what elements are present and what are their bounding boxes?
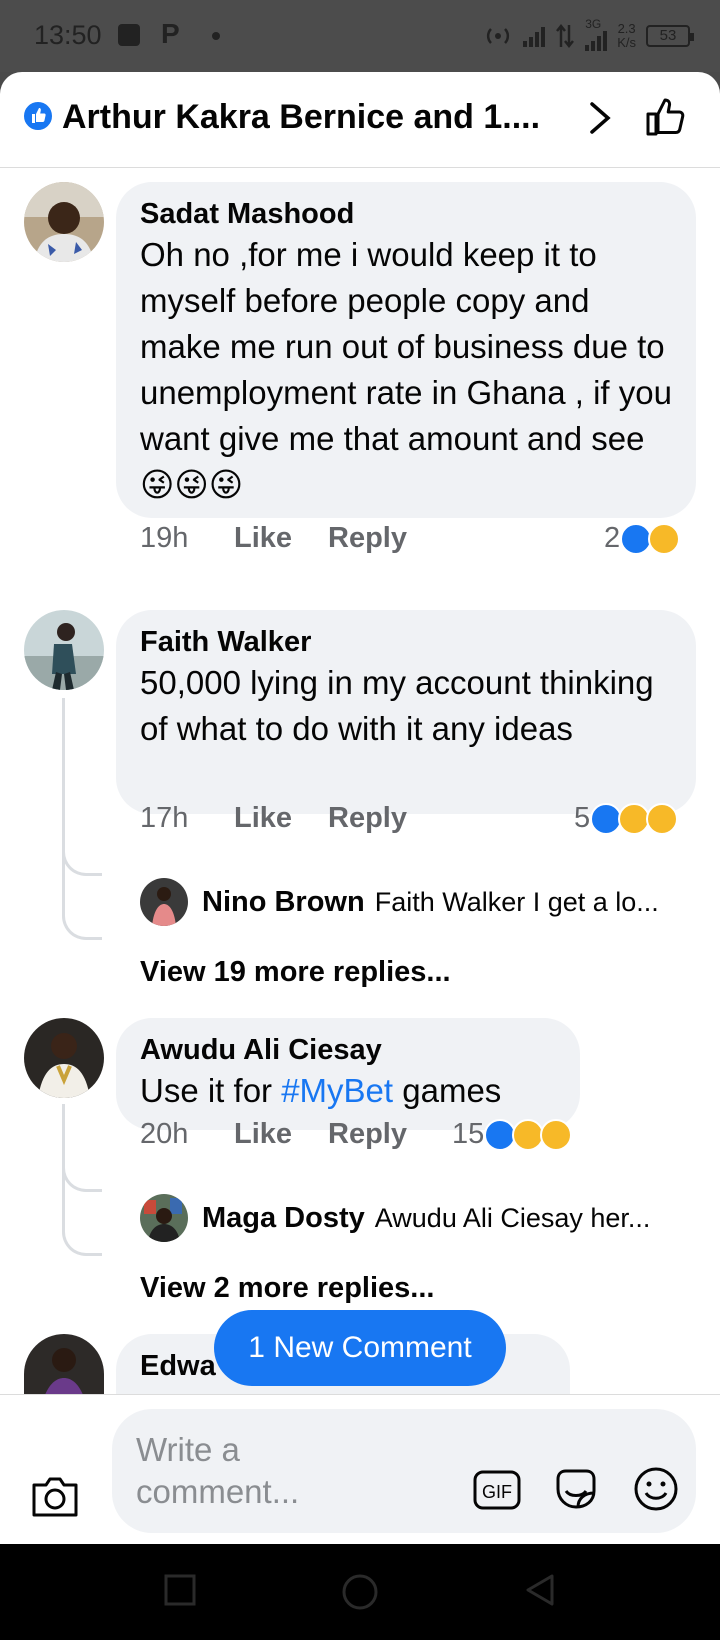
like-button[interactable]: Like bbox=[234, 1118, 328, 1151]
notification-icon bbox=[118, 24, 140, 46]
reaction-summary[interactable]: 2 bbox=[604, 522, 681, 555]
system-nav-bar bbox=[0, 1544, 720, 1640]
reaction-count: 5 bbox=[574, 802, 591, 834]
comments-sheet: Arthur Kakra Bernice and 1.... Sadat Mas… bbox=[0, 72, 720, 1544]
comment-bubble[interactable]: Sadat Mashood Oh no ,for me i would keep… bbox=[116, 182, 696, 518]
comment-actions: 20h Like Reply bbox=[140, 1118, 407, 1151]
reply-author[interactable]: Nino Brown bbox=[202, 886, 365, 919]
comment-text-start: Use it for bbox=[140, 1072, 282, 1109]
reply-button[interactable]: Reply bbox=[328, 522, 407, 555]
like-button[interactable]: Like bbox=[234, 522, 328, 555]
avatar-edwa[interactable] bbox=[24, 1334, 104, 1394]
view-more-replies-link[interactable]: View 19 more replies... bbox=[140, 956, 451, 989]
status-right: 3G 2.3 K/s 53 bbox=[483, 17, 694, 54]
reaction-summary[interactable]: 15 bbox=[452, 1118, 573, 1151]
thread-connector bbox=[62, 862, 102, 940]
comment-text: 50,000 lying in my account thinking of w… bbox=[140, 664, 654, 747]
comment-text-end: games bbox=[393, 1072, 502, 1109]
comment-time[interactable]: 17h bbox=[140, 802, 234, 835]
back-icon[interactable] bbox=[522, 1572, 558, 1608]
parking-icon: P bbox=[161, 18, 180, 49]
more-notifications-dot-icon bbox=[212, 32, 220, 40]
reply-preview[interactable]: Maga Dosty Awudu Ali Ciesay her... bbox=[140, 1194, 650, 1242]
reply-button[interactable]: Reply bbox=[328, 1118, 407, 1151]
new-comment-pill[interactable]: 1 New Comment bbox=[214, 1310, 506, 1386]
avatar-awudu-ali-ciesay[interactable] bbox=[24, 1018, 104, 1098]
chevron-right-icon[interactable] bbox=[582, 98, 618, 138]
avatar-maga-dosty[interactable] bbox=[140, 1194, 188, 1242]
signal-icon bbox=[523, 25, 546, 47]
comment-text: Oh no ,for me i would keep it to myself … bbox=[140, 236, 672, 503]
emoji-icon[interactable] bbox=[632, 1465, 680, 1513]
reply-author[interactable]: Maga Dosty bbox=[202, 1202, 365, 1235]
hashtag-link[interactable]: #MyBet bbox=[281, 1072, 393, 1109]
comment-actions: 19h Like Reply bbox=[140, 522, 407, 555]
like-reaction-icon bbox=[22, 100, 54, 132]
reply-preview[interactable]: Nino Brown Faith Walker I get a lo... bbox=[140, 878, 659, 926]
reply-text: Faith Walker I get a lo... bbox=[374, 886, 659, 917]
home-icon[interactable] bbox=[340, 1572, 380, 1612]
comment-bubble[interactable]: Faith Walker 50,000 lying in my account … bbox=[116, 610, 696, 814]
comment-text: Use it for #MyBet games bbox=[140, 1068, 556, 1114]
status-time: 13:50 bbox=[34, 20, 102, 50]
comment-bubble[interactable]: Awudu Ali Ciesay Use it for #MyBet games bbox=[116, 1018, 580, 1130]
reactors-title[interactable]: Arthur Kakra Bernice and 1.... bbox=[62, 98, 540, 137]
gif-icon[interactable]: GIF bbox=[472, 1467, 522, 1513]
camera-icon[interactable] bbox=[30, 1473, 80, 1519]
comment-time[interactable]: 19h bbox=[140, 522, 234, 555]
avatar-nino-brown[interactable] bbox=[140, 878, 188, 926]
wow-reaction-icon bbox=[540, 1118, 573, 1151]
comment-placeholder[interactable]: Write a comment... bbox=[136, 1429, 396, 1513]
reactions-header[interactable]: Arthur Kakra Bernice and 1.... bbox=[0, 72, 720, 168]
comment-time[interactable]: 20h bbox=[140, 1118, 234, 1151]
hotspot-icon bbox=[487, 28, 510, 44]
network-speed-unit: K/s bbox=[617, 35, 636, 50]
comment-author[interactable]: Faith Walker bbox=[140, 624, 672, 660]
avatar-faith-walker[interactable] bbox=[24, 610, 104, 690]
signal-3g-icon: 3G bbox=[585, 17, 608, 51]
reaction-summary[interactable]: 5 bbox=[574, 802, 679, 835]
comment-author[interactable]: Awudu Ali Ciesay bbox=[140, 1032, 556, 1068]
comment-input[interactable]: Write a comment... GIF bbox=[112, 1409, 696, 1533]
thumbs-up-icon[interactable] bbox=[644, 94, 690, 140]
network-speed: 2.3 K/s bbox=[617, 22, 636, 50]
network-type-label: 3G bbox=[585, 17, 602, 31]
network-speed-value: 2.3 bbox=[617, 21, 636, 36]
comment-composer: Write a comment... GIF bbox=[0, 1394, 720, 1544]
reply-text: Awudu Ali Ciesay her... bbox=[374, 1202, 651, 1233]
wow-reaction-icon bbox=[648, 522, 681, 555]
haha-reaction-icon bbox=[646, 802, 679, 835]
status-bar: 13:50 P 3G 2.3 K/s 53 bbox=[0, 0, 720, 72]
comment-author[interactable]: Sadat Mashood bbox=[140, 196, 672, 232]
sticker-icon[interactable] bbox=[552, 1465, 600, 1513]
like-button[interactable]: Like bbox=[234, 802, 328, 835]
gif-label: GIF bbox=[482, 1482, 512, 1502]
battery-icon: 53 bbox=[646, 25, 694, 47]
reply-button[interactable]: Reply bbox=[328, 802, 407, 835]
reaction-count: 2 bbox=[604, 522, 621, 554]
data-transfer-icon bbox=[556, 23, 575, 49]
thread-connector bbox=[62, 1178, 102, 1256]
reaction-count: 15 bbox=[452, 1118, 485, 1150]
avatar-sadat-mashood[interactable] bbox=[24, 182, 104, 262]
recent-apps-icon[interactable] bbox=[162, 1572, 198, 1608]
comment-actions: 17h Like Reply bbox=[140, 802, 407, 835]
view-more-replies-link[interactable]: View 2 more replies... bbox=[140, 1272, 434, 1305]
